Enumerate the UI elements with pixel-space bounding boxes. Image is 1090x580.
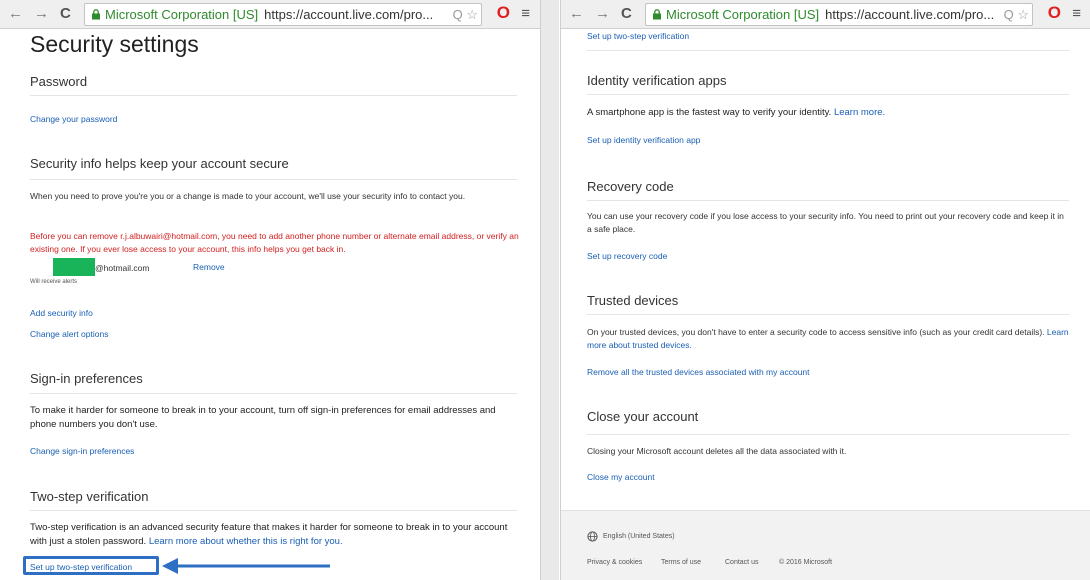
callout-arrow-icon [162, 558, 330, 574]
